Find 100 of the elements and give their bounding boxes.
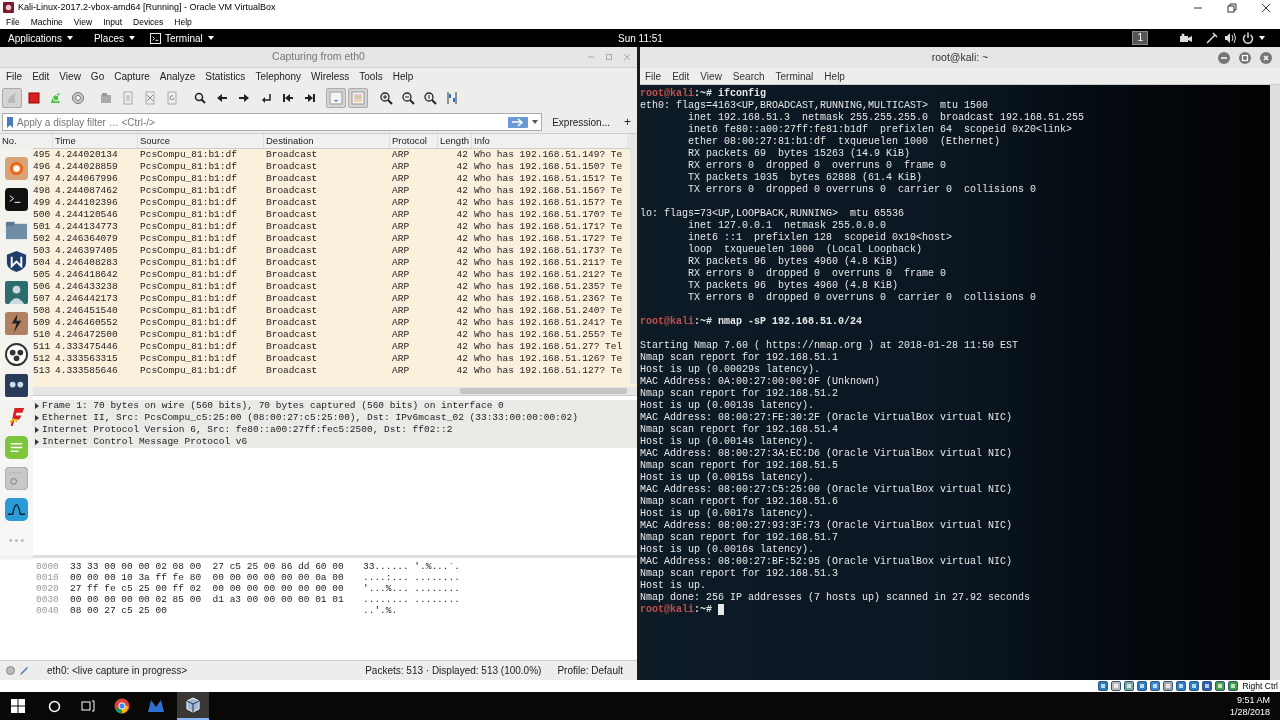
menu-item[interactable]: File [6, 15, 20, 29]
restore-icon[interactable] [1227, 2, 1237, 13]
menu-item[interactable]: Input [103, 15, 123, 29]
collapsed-arrow-icon[interactable] [34, 427, 40, 433]
menu-item[interactable]: Help [824, 68, 845, 84]
menu-item[interactable]: Terminal [775, 68, 814, 84]
column-header[interactable]: Destination [264, 134, 390, 148]
power-icon[interactable] [1242, 32, 1254, 44]
task-view-icon[interactable] [81, 700, 95, 712]
table-cell-text: PcsCompu_81:b1:df [139, 161, 238, 173]
menu-item[interactable]: File [645, 68, 662, 84]
menu-item[interactable]: Analyze [159, 69, 196, 84]
last-packet-icon[interactable] [303, 91, 317, 105]
zoom-reset-icon[interactable] [423, 91, 437, 105]
terminal-icon [149, 32, 161, 44]
terminal-line: Nmap scan report for 192.168.51.6 [640, 496, 840, 508]
zoom-out-icon[interactable] [401, 91, 415, 105]
person-icon[interactable] [5, 281, 28, 304]
folder-icon[interactable] [5, 219, 28, 242]
scrollbar[interactable] [1270, 85, 1280, 680]
expression-button[interactable]: Expression... [546, 114, 616, 130]
collapsed-arrow-icon[interactable] [34, 415, 40, 421]
zoom-in-icon[interactable] [379, 91, 393, 105]
gear-icon[interactable] [71, 91, 85, 105]
panel-menu[interactable]: Terminal [164, 30, 203, 46]
menu-item[interactable]: View [59, 69, 81, 84]
menu-item[interactable]: Help [174, 15, 192, 29]
caret-icon[interactable] [1258, 34, 1266, 42]
table-cell-text: PcsCompu_81:b1:df [139, 245, 238, 257]
profile-label[interactable]: Profile: Default [557, 663, 623, 678]
terminal-icon[interactable] [5, 188, 28, 211]
table-cell-text: Broadcast [265, 197, 319, 209]
browser-icon[interactable] [114, 698, 130, 714]
maximize-icon[interactable] [1239, 51, 1251, 64]
panel-menu[interactable]: Applications [8, 30, 62, 46]
table-cell-text: 495 [33, 149, 52, 161]
column-header[interactable]: Info [472, 134, 629, 148]
column-header[interactable]: Length [438, 134, 472, 148]
flame-icon[interactable] [5, 157, 28, 180]
filter-field[interactable]: Apply a display filter … <Ctrl-/> [2, 113, 543, 131]
menu-item[interactable]: Machine [30, 15, 63, 29]
workspace-indicator[interactable]: 1 [1132, 31, 1148, 45]
pencil-icon[interactable] [19, 665, 29, 676]
menu-item[interactable]: Wireless [310, 69, 350, 84]
caret-icon [206, 34, 215, 42]
lightning-icon[interactable] [5, 312, 28, 335]
panel-menu[interactable]: Places [93, 30, 124, 46]
windows-logo-icon[interactable] [11, 699, 25, 713]
colorize-icon[interactable] [351, 91, 365, 105]
collapsed-arrow-icon[interactable] [34, 403, 40, 409]
resize-columns-icon[interactable] [445, 91, 459, 105]
menu-item[interactable]: Edit [672, 68, 690, 84]
menu-item[interactable]: View [73, 15, 93, 29]
minimize-icon[interactable] [1218, 51, 1230, 64]
restart-icon[interactable] [49, 91, 63, 105]
circles-icon[interactable] [5, 343, 28, 366]
dropdown-caret-icon[interactable] [531, 118, 540, 126]
column-header[interactable]: Time [53, 134, 138, 148]
search-icon[interactable] [48, 699, 61, 713]
menu-item[interactable]: Go [90, 69, 105, 84]
menu-item[interactable]: Telephony [255, 69, 301, 84]
clock: Sun 11:51 [618, 31, 663, 46]
left-arrow-icon[interactable] [215, 91, 229, 105]
command-text: :~# nmap -sP 192.168.51.0/24 [694, 316, 863, 328]
menu-item[interactable]: Help [392, 69, 414, 84]
table-cell-text: 4.246433238 [54, 281, 119, 293]
table-cell-text: PcsCompu_81:b1:df [139, 149, 238, 161]
table-cell-text: Who has 192.168.51.255? Te [473, 329, 624, 341]
terminal-line: MAC Address: 08:00:27:BF:52:95 (Oracle VirtualBox virtual NIC) [640, 556, 1014, 568]
table-cell-text: 42 [455, 281, 469, 293]
first-packet-icon[interactable] [281, 91, 295, 105]
menu-item[interactable]: Edit [32, 69, 50, 84]
table-cell-text: PcsCompu_81:b1:df [139, 197, 238, 209]
collapsed-arrow-icon[interactable] [34, 439, 40, 445]
add-button[interactable]: + [620, 116, 635, 128]
bookmark-icon[interactable] [6, 116, 14, 128]
cube-icon[interactable] [185, 697, 201, 713]
menu-item[interactable]: File [6, 69, 23, 84]
menu-item[interactable]: Statistics [205, 69, 246, 84]
column-header[interactable]: Protocol [390, 134, 438, 148]
camera-icon[interactable] [1180, 33, 1192, 43]
menu-item[interactable]: Devices [133, 15, 164, 29]
close-icon[interactable] [1261, 2, 1271, 13]
table-cell-text: 505 [33, 269, 52, 281]
search-icon[interactable] [193, 91, 207, 105]
right-arrow-icon[interactable] [237, 91, 251, 105]
wave-icon[interactable] [5, 498, 28, 521]
column-header[interactable]: Source [138, 134, 264, 148]
menu-item[interactable]: Search [732, 68, 765, 84]
filter-input[interactable]: Apply a display filter … <Ctrl-/> [17, 114, 509, 130]
app-logo-icon [3, 2, 14, 13]
scrollbar[interactable] [630, 134, 637, 384]
close-file-icon[interactable] [143, 91, 157, 105]
menu-item[interactable]: View [700, 68, 722, 84]
shield-icon[interactable] [5, 250, 28, 273]
table-cell-text: 4.244020134 [54, 149, 119, 161]
menu-item[interactable]: Tools [359, 69, 383, 84]
volume-icon[interactable] [1224, 32, 1236, 44]
stop-icon[interactable] [27, 91, 41, 105]
menu-item[interactable]: Capture [114, 69, 150, 84]
